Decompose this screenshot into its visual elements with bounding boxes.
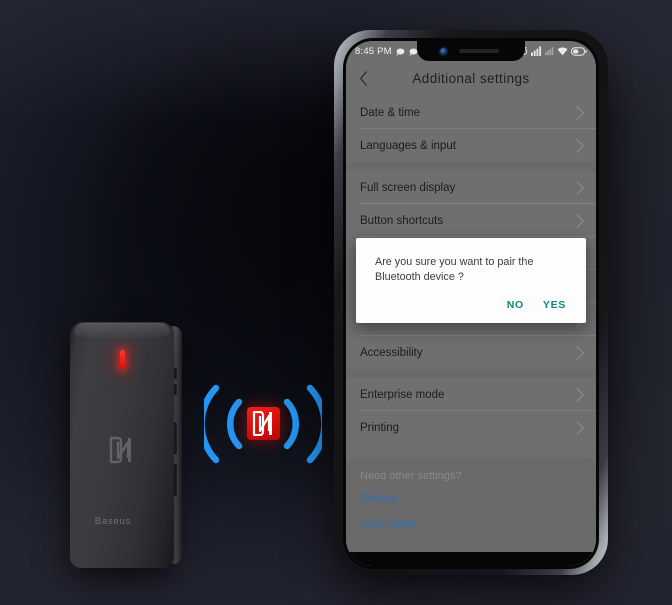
device-brand-label: Baseus xyxy=(94,516,132,527)
settings-row-label: Full screen display xyxy=(360,181,456,194)
nfc-logo-icon xyxy=(247,407,280,440)
scene-root: Baseus 8:45 PM Additional settings Date … xyxy=(0,0,672,605)
smartphone: 8:45 PM Additional settings Date & time … xyxy=(330,27,612,575)
back-chevron-icon xyxy=(359,71,367,86)
settings-row-label: Languages & input xyxy=(360,139,456,152)
settings-group: Date & time Languages & input xyxy=(346,96,596,162)
other-settings-title: Need other settings? xyxy=(360,470,462,482)
screen-bottom-chin xyxy=(346,552,596,566)
chevron-right-icon xyxy=(569,105,585,120)
back-button[interactable] xyxy=(346,71,380,86)
device-status-led xyxy=(120,350,125,369)
bluetooth-pair-dialog: Are you sure you want to pair the Blueto… xyxy=(356,238,586,323)
dialog-actions: NO YES xyxy=(356,289,586,323)
device-top-highlight xyxy=(74,323,170,339)
settings-row-label: Enterprise mode xyxy=(360,388,445,401)
phone-screen: 8:45 PM Additional settings Date & time … xyxy=(346,41,596,566)
chevron-right-icon xyxy=(569,345,585,360)
chevron-right-icon xyxy=(569,180,585,195)
signal-bars-secondary-icon xyxy=(545,47,554,56)
chevron-right-icon xyxy=(569,420,585,435)
baseus-bluetooth-receiver: Baseus xyxy=(67,322,189,568)
nfc-icon xyxy=(108,436,134,464)
status-bar-clock: 8:45 PM xyxy=(355,45,392,57)
phone-notch xyxy=(417,41,525,61)
settings-list[interactable]: Date & time Languages & input Full scree… xyxy=(346,96,596,566)
earpiece-speaker xyxy=(459,49,499,53)
nfc-signal-indicator xyxy=(198,368,328,480)
phone-frame: 8:45 PM Additional settings Date & time … xyxy=(334,30,608,575)
privacy-link[interactable]: Privacy xyxy=(346,493,596,518)
other-settings-card: Need other settings? Privacy Earphones xyxy=(346,457,596,553)
phone-bezel: 8:45 PM Additional settings Date & time … xyxy=(343,38,599,569)
chevron-right-icon xyxy=(569,213,585,228)
settings-row-printing[interactable]: Printing xyxy=(346,411,596,444)
group-separator xyxy=(346,369,596,378)
dialog-message: Are you sure you want to pair the Blueto… xyxy=(375,256,534,283)
settings-row-label: Date & time xyxy=(360,106,421,119)
settings-row-button-shortcuts[interactable]: Button shortcuts xyxy=(346,204,596,237)
dialog-no-button[interactable]: NO xyxy=(507,299,524,311)
settings-row-date-time[interactable]: Date & time xyxy=(346,96,596,129)
front-camera-icon xyxy=(440,48,447,55)
earphones-link[interactable]: Earphones xyxy=(346,518,596,543)
battery-icon xyxy=(571,46,587,56)
wifi-icon xyxy=(557,46,568,55)
status-bar-left: 8:45 PM xyxy=(355,46,418,57)
chevron-right-icon xyxy=(569,387,585,402)
settings-row-enterprise-mode[interactable]: Enterprise mode xyxy=(346,378,596,411)
dialog-yes-button[interactable]: YES xyxy=(543,299,566,311)
group-separator xyxy=(346,162,596,171)
settings-row-full-screen-display[interactable]: Full screen display xyxy=(346,171,596,204)
settings-row-label: Printing xyxy=(360,421,399,434)
settings-group: Enterprise mode Printing xyxy=(346,378,596,444)
settings-row-label: Button shortcuts xyxy=(360,214,444,227)
chevron-right-icon xyxy=(569,138,585,153)
settings-row-accessibility[interactable]: Accessibility xyxy=(346,336,596,369)
app-bar: Additional settings xyxy=(346,61,596,96)
notification-icon xyxy=(396,48,405,56)
settings-row-languages-input[interactable]: Languages & input xyxy=(346,129,596,162)
page-title: Additional settings xyxy=(412,71,530,86)
signal-bars-icon xyxy=(531,46,542,56)
settings-row-label: Accessibility xyxy=(360,346,423,359)
device-body: Baseus xyxy=(70,322,174,568)
